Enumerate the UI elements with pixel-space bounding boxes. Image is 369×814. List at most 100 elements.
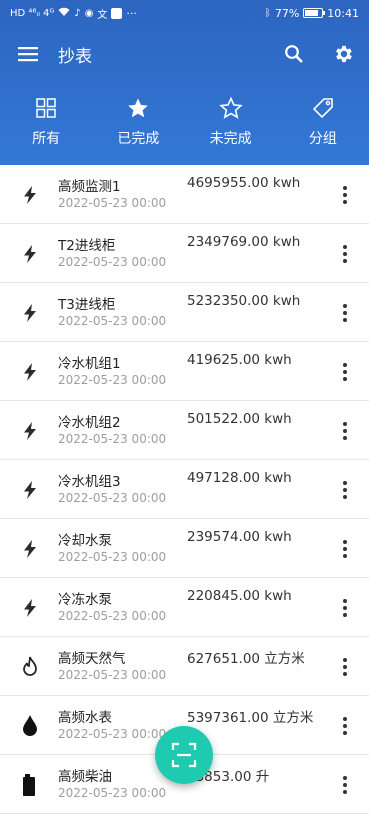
more-vert-icon: [343, 717, 347, 735]
more-vert-icon: [343, 186, 347, 204]
lightning-icon: [18, 183, 42, 207]
more-notifications-icon: ···: [126, 6, 137, 20]
lightning-icon: [18, 242, 42, 266]
meter-reading: 627651.00 立方米: [187, 651, 305, 667]
tab-group-label: 分组: [308, 131, 337, 147]
lightning-icon: [18, 537, 42, 561]
more-vert-icon: [343, 599, 347, 617]
filter-tabs: 所有 已完成 未完成 分组: [0, 96, 369, 156]
tab-all-label: 所有: [32, 131, 61, 147]
more-options-button[interactable]: [331, 298, 359, 328]
battery-fill: [305, 10, 318, 16]
lightning-icon: [18, 478, 42, 502]
meter-row[interactable]: 高频监测1 2022-05-23 00:00 4695955.00 kwh: [0, 165, 369, 224]
meter-date: 2022-05-23 00:00: [58, 373, 167, 387]
meter-name: 冷却水泵: [58, 533, 112, 549]
gear-icon: [336, 45, 352, 63]
meter-reading: 4695955.00 kwh: [187, 175, 301, 191]
meter-name: 冷水机组2: [58, 415, 121, 431]
meter-reading: 497128.00 kwh: [187, 470, 292, 486]
meter-row[interactable]: 冷水机组1 2022-05-23 00:00 419625.00 kwh: [0, 342, 369, 401]
meter-date: 2022-05-23 00:00: [58, 314, 167, 328]
more-options-button[interactable]: [331, 239, 359, 269]
meter-date: 2022-05-23 00:00: [58, 609, 167, 623]
more-vert-icon: [343, 776, 347, 794]
star-filled-icon: [128, 98, 149, 118]
more-options-button[interactable]: [331, 534, 359, 564]
app-badge-icon: [111, 7, 123, 19]
lightning-icon: [18, 360, 42, 384]
meter-row[interactable]: 冷水机组2 2022-05-23 00:00 501522.00 kwh: [0, 401, 369, 460]
scan-icon: [171, 742, 197, 768]
tiktok-icon: ♪: [74, 7, 81, 19]
more-options-button[interactable]: [331, 711, 359, 741]
meter-row[interactable]: T3进线柜 2022-05-23 00:00 5232350.00 kwh: [0, 283, 369, 342]
meter-row[interactable]: 冷水机组3 2022-05-23 00:00 497128.00 kwh: [0, 460, 369, 519]
flame-icon: [18, 655, 42, 679]
meter-name: T3进线柜: [58, 297, 116, 313]
star-outline-icon: [218, 96, 243, 119]
tab-completed-label: 已完成: [117, 131, 160, 147]
meter-name: 高频水表: [58, 710, 112, 726]
battery-percent: 77%: [274, 6, 300, 20]
meter-name: 高频监测1: [58, 179, 121, 195]
meter-reading: 2349769.00 kwh: [187, 234, 301, 250]
meter-date: 2022-05-23 00:00: [58, 668, 167, 682]
clock: 10:41: [327, 6, 359, 20]
more-options-button[interactable]: [331, 475, 359, 505]
translate-icon: 文: [97, 9, 108, 21]
meter-reading: 501522.00 kwh: [187, 411, 292, 427]
meter-reading: 5232350.00 kwh: [187, 293, 301, 309]
app-header: HD ⁴⁶ᵢₗ 4ᴳ ♪ ◉ 文 ··· ᛒ 77% 10:41 抄表 所有 已…: [0, 0, 369, 165]
more-options-button[interactable]: [331, 180, 359, 210]
meter-row[interactable]: 冷冻水泵 2022-05-23 00:00 220845.00 kwh: [0, 578, 369, 637]
meter-row[interactable]: 高频天然气 2022-05-23 00:00 627651.00 立方米: [0, 637, 369, 696]
meter-row[interactable]: 冷却水泵 2022-05-23 00:00 239574.00 kwh: [0, 519, 369, 578]
battery-icon: [303, 8, 326, 18]
more-options-button[interactable]: [331, 593, 359, 623]
more-vert-icon: [343, 304, 347, 322]
menu-button[interactable]: [0, 32, 56, 76]
meter-name: 冷水机组3: [58, 474, 121, 490]
tab-all[interactable]: 所有: [0, 96, 92, 156]
meter-date: 2022-05-23 00:00: [58, 196, 167, 210]
more-options-button[interactable]: [331, 652, 359, 682]
more-vert-icon: [343, 245, 347, 263]
search-button[interactable]: [269, 32, 319, 76]
lightning-icon: [18, 596, 42, 620]
more-vert-icon: [343, 658, 347, 676]
meter-row[interactable]: T2进线柜 2022-05-23 00:00 2349769.00 kwh: [0, 224, 369, 283]
tab-group[interactable]: 分组: [277, 96, 369, 156]
bluetooth-icon: ᛒ: [264, 7, 271, 19]
meter-name: 高频天然气: [58, 651, 126, 667]
app-notification-icon: ◉: [84, 7, 94, 19]
toolbar: 抄表: [0, 32, 369, 76]
scan-fab-button[interactable]: [155, 726, 213, 784]
more-vert-icon: [343, 481, 347, 499]
meter-name: T2进线柜: [58, 238, 116, 254]
network-indicators: HD ⁴⁶ᵢₗ 4ᴳ: [10, 7, 55, 19]
lightning-icon: [18, 419, 42, 443]
grid-icon: [36, 98, 56, 118]
more-options-button[interactable]: [331, 416, 359, 446]
tab-completed[interactable]: 已完成: [92, 96, 184, 156]
water-drop-icon: [18, 714, 42, 738]
tab-incomplete-label: 未完成: [209, 131, 252, 147]
hamburger-menu-icon: [18, 47, 38, 62]
meter-date: 2022-05-23 00:00: [58, 727, 167, 741]
meter-date: 2022-05-23 00:00: [58, 255, 167, 269]
more-options-button[interactable]: [331, 357, 359, 387]
page-title: 抄表: [58, 46, 92, 67]
more-options-button[interactable]: [331, 770, 359, 800]
tab-incomplete[interactable]: 未完成: [185, 96, 277, 156]
more-vert-icon: [343, 540, 347, 558]
meter-date: 2022-05-23 00:00: [58, 491, 167, 505]
settings-button[interactable]: [319, 32, 369, 76]
more-vert-icon: [343, 363, 347, 381]
meter-date: 2022-05-23 00:00: [58, 550, 167, 564]
tag-icon: [312, 98, 333, 119]
wifi-icon: [58, 7, 70, 20]
meter-reading: 5397361.00 立方米: [187, 710, 314, 726]
meter-reading: 239574.00 kwh: [187, 529, 292, 545]
meter-reading: 419625.00 kwh: [187, 352, 292, 368]
